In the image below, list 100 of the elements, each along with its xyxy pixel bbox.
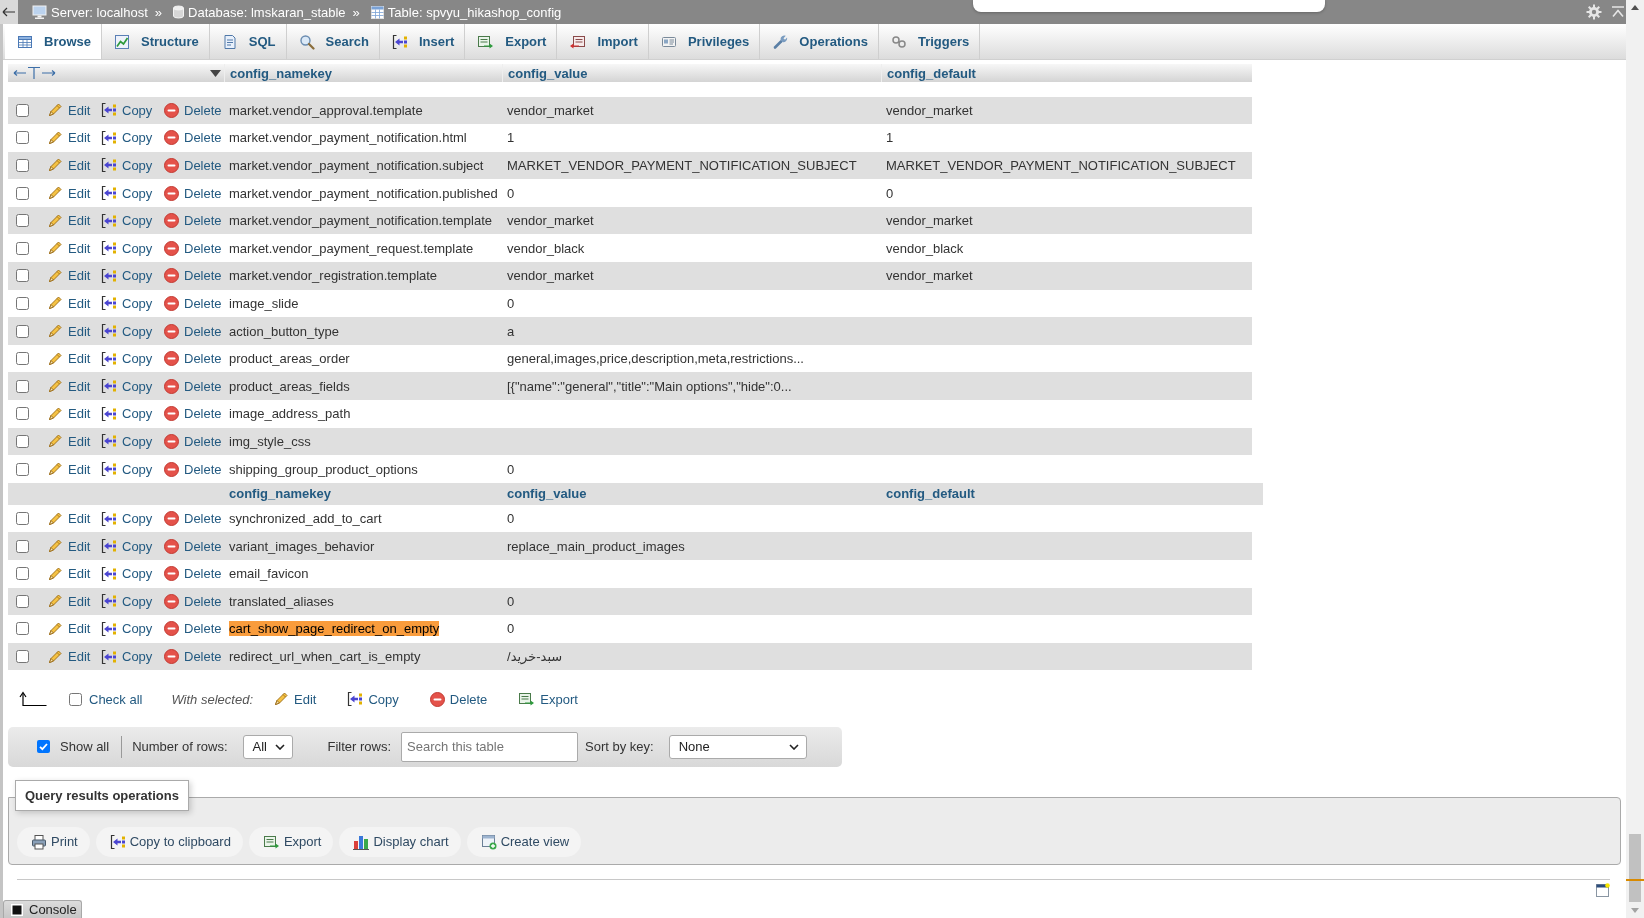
- export-button[interactable]: Export: [248, 826, 334, 857]
- row-checkbox[interactable]: [16, 186, 29, 200]
- check-all-checkbox[interactable]: [69, 692, 82, 706]
- t-arrows-icon[interactable]: [12, 66, 58, 80]
- edit-link[interactable]: Edit: [273, 691, 317, 708]
- display-chart-button[interactable]: Display chart: [339, 826, 461, 857]
- row-checkbox[interactable]: [16, 434, 29, 448]
- edit-link[interactable]: Edit: [47, 461, 91, 477]
- delete-link[interactable]: Delete: [164, 323, 222, 339]
- sort-by-key-select[interactable]: None: [668, 734, 807, 759]
- scrollbar-thumb[interactable]: [1629, 834, 1641, 902]
- show-all-checkbox[interactable]: [37, 740, 50, 754]
- show-all-label[interactable]: Show all: [60, 739, 110, 755]
- copy-link[interactable]: Copy: [101, 538, 153, 555]
- copy-link[interactable]: Copy: [101, 433, 153, 450]
- column-header[interactable]: config_namekey: [229, 486, 331, 502]
- delete-link[interactable]: Delete: [164, 433, 222, 449]
- edit-link[interactable]: Edit: [47, 295, 91, 312]
- row-checkbox[interactable]: [16, 269, 29, 283]
- copy-link[interactable]: Copy: [101, 102, 153, 119]
- row-checkbox[interactable]: [16, 214, 29, 228]
- copy-link[interactable]: Copy: [101, 129, 153, 146]
- copy-link[interactable]: Copy: [101, 295, 153, 312]
- delete-link[interactable]: Delete: [164, 158, 222, 173]
- row-checkbox[interactable]: [16, 241, 29, 255]
- column-header[interactable]: config_value: [508, 65, 588, 81]
- row-checkbox[interactable]: [16, 131, 29, 145]
- delete-link[interactable]: Delete: [164, 461, 222, 477]
- edit-link[interactable]: Edit: [47, 593, 91, 610]
- tab[interactable]: Triggers: [878, 24, 981, 59]
- delete-link[interactable]: Delete: [164, 511, 222, 527]
- copy-link[interactable]: Copy: [101, 350, 153, 367]
- copy-link[interactable]: Copy: [347, 691, 399, 708]
- copy-to-clipboard-button[interactable]: Copy to clipboard: [95, 826, 243, 857]
- edit-link[interactable]: Edit: [47, 267, 91, 284]
- edit-link[interactable]: Edit: [47, 433, 91, 450]
- triangle-down-icon[interactable]: [210, 69, 221, 77]
- row-checkbox[interactable]: [16, 567, 29, 581]
- edit-link[interactable]: Edit: [47, 510, 91, 527]
- copy-link[interactable]: Copy: [101, 185, 153, 202]
- tab[interactable]: Search: [286, 24, 380, 59]
- copy-link[interactable]: Copy: [101, 593, 153, 610]
- breadcrumb-link[interactable]: Table: spvyu_hikashop_config: [370, 4, 562, 20]
- row-checkbox[interactable]: [16, 622, 29, 636]
- delete-link[interactable]: Delete: [164, 538, 222, 554]
- edit-link[interactable]: Edit: [47, 621, 91, 637]
- column-header[interactable]: config_default: [886, 486, 975, 502]
- edit-link[interactable]: Edit: [47, 157, 91, 174]
- copy-link[interactable]: Copy: [101, 621, 153, 637]
- copy-link[interactable]: Copy: [101, 648, 153, 665]
- row-checkbox[interactable]: [16, 512, 29, 526]
- row-checkbox[interactable]: [16, 650, 29, 664]
- tab[interactable]: Operations: [760, 24, 879, 59]
- delete-link[interactable]: Delete: [164, 185, 222, 201]
- delete-link[interactable]: Delete: [164, 406, 222, 422]
- tab[interactable]: Export: [465, 24, 558, 59]
- console-tab[interactable]: Console: [3, 900, 82, 918]
- copy-link[interactable]: Copy: [101, 267, 153, 284]
- row-checkbox[interactable]: [16, 594, 29, 608]
- delete-link[interactable]: Delete: [164, 566, 222, 582]
- row-checkbox[interactable]: [16, 462, 29, 476]
- copy-link[interactable]: Copy: [101, 240, 153, 257]
- delete-link[interactable]: Delete: [164, 621, 222, 637]
- tab[interactable]: Import: [557, 24, 649, 59]
- copy-link[interactable]: Copy: [101, 565, 153, 582]
- row-checkbox[interactable]: [16, 407, 29, 421]
- edit-link[interactable]: Edit: [47, 565, 91, 582]
- copy-link[interactable]: Copy: [101, 510, 153, 527]
- delete-link[interactable]: Delete: [164, 649, 222, 665]
- edit-link[interactable]: Edit: [47, 185, 91, 202]
- row-checkbox[interactable]: [16, 539, 29, 553]
- copy-link[interactable]: Copy: [101, 378, 153, 395]
- delete-link[interactable]: Delete: [164, 593, 222, 609]
- settings-icon[interactable]: [1586, 4, 1602, 20]
- delete-link[interactable]: Delete: [164, 240, 222, 256]
- export-link[interactable]: Export: [518, 691, 578, 708]
- row-checkbox[interactable]: [16, 379, 29, 393]
- tab[interactable]: Privileges: [648, 24, 761, 59]
- copy-link[interactable]: Copy: [101, 212, 153, 229]
- delete-link[interactable]: Delete: [429, 691, 488, 707]
- row-checkbox[interactable]: [16, 103, 29, 117]
- tab[interactable]: Insert: [379, 24, 466, 59]
- edit-link[interactable]: Edit: [47, 129, 91, 146]
- copy-link[interactable]: Copy: [101, 405, 153, 422]
- create-view-button[interactable]: Create view: [466, 826, 582, 857]
- breadcrumb-link[interactable]: Server: localhost: [32, 4, 148, 20]
- delete-link[interactable]: Delete: [164, 213, 222, 229]
- copy-link[interactable]: Copy: [101, 157, 153, 174]
- rows-per-page-select[interactable]: All: [242, 734, 293, 759]
- copy-link[interactable]: Copy: [101, 461, 153, 477]
- breadcrumb-link[interactable]: Database: lmskaran_stable: [173, 4, 346, 20]
- edit-link[interactable]: Edit: [47, 538, 91, 555]
- edit-link[interactable]: Edit: [47, 378, 91, 395]
- column-header[interactable]: config_default: [887, 65, 976, 81]
- edit-link[interactable]: Edit: [47, 648, 91, 665]
- edit-link[interactable]: Edit: [47, 240, 91, 257]
- tab[interactable]: Structure: [101, 24, 210, 59]
- print-button[interactable]: Print: [17, 826, 90, 857]
- edit-link[interactable]: Edit: [47, 323, 91, 340]
- column-header[interactable]: config_namekey: [230, 65, 332, 81]
